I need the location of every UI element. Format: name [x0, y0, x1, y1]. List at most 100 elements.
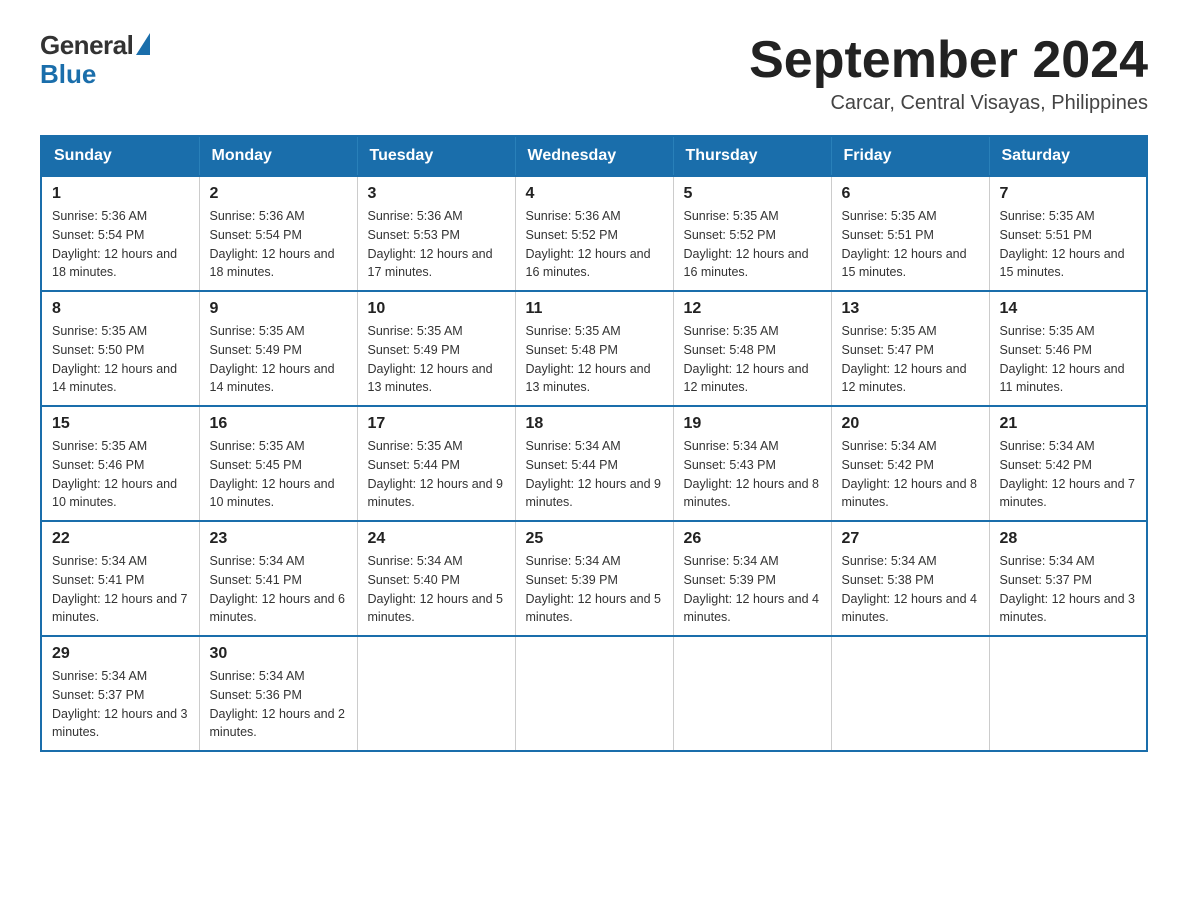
day-number: 30	[210, 645, 347, 663]
calendar-cell: 30 Sunrise: 5:34 AMSunset: 5:36 PMDayligh…	[199, 636, 357, 751]
header-day-sunday: Sunday	[41, 136, 199, 176]
calendar-cell: 8Sunrise: 5:35 AMSunset: 5:50 PMDaylight…	[41, 291, 199, 406]
header-day-wednesday: Wednesday	[515, 136, 673, 176]
day-info: Sunrise: 5:36 AMSunset: 5:53 PMDaylight:…	[368, 207, 505, 282]
logo-triangle-icon	[136, 33, 150, 55]
day-info: Sunrise: 5:34 AMSunset: 5:41 PMDaylight:…	[52, 552, 189, 627]
day-number: 19	[684, 415, 821, 433]
day-number: 21	[1000, 415, 1137, 433]
day-info: Sunrise: 5:34 AMSunset: 5:43 PMDaylight:…	[684, 437, 821, 512]
day-number: 20	[842, 415, 979, 433]
day-info: Sunrise: 5:34 AMSunset: 5:37 PMDaylight:…	[52, 667, 189, 742]
week-row-4: 22Sunrise: 5:34 AMSunset: 5:41 PMDayligh…	[41, 521, 1147, 636]
day-number: 5	[684, 185, 821, 203]
calendar-table: SundayMondayTuesdayWednesdayThursdayFrid…	[40, 135, 1148, 752]
day-info: Sunrise: 5:34 AMSunset: 5:42 PMDaylight:…	[1000, 437, 1137, 512]
day-number: 17	[368, 415, 505, 433]
calendar-cell: 22Sunrise: 5:34 AMSunset: 5:41 PMDayligh…	[41, 521, 199, 636]
day-number: 13	[842, 300, 979, 318]
day-number: 3	[368, 185, 505, 203]
day-info: Sunrise: 5:36 AMSunset: 5:54 PMDaylight:…	[210, 207, 347, 282]
calendar-cell: 7 Sunrise: 5:35 AMSunset: 5:51 PMDaylight…	[989, 176, 1147, 291]
day-number: 10	[368, 300, 505, 318]
day-number: 25	[526, 530, 663, 548]
day-info: Sunrise: 5:34 AMSunset: 5:38 PMDaylight:…	[842, 552, 979, 627]
day-info: Sunrise: 5:34 AMSunset: 5:44 PMDaylight:…	[526, 437, 663, 512]
header-day-tuesday: Tuesday	[357, 136, 515, 176]
day-number: 24	[368, 530, 505, 548]
calendar-cell: 13 Sunrise: 5:35 AMSunset: 5:47 PMDayligh…	[831, 291, 989, 406]
calendar-cell: 11 Sunrise: 5:35 AMSunset: 5:48 PMDayligh…	[515, 291, 673, 406]
calendar-cell: 27 Sunrise: 5:34 AMSunset: 5:38 PMDayligh…	[831, 521, 989, 636]
day-number: 6	[842, 185, 979, 203]
page-header: General Blue September 2024 Carcar, Cent…	[40, 30, 1148, 115]
calendar-cell: 17 Sunrise: 5:35 AMSunset: 5:44 PMDayligh…	[357, 406, 515, 521]
calendar-cell: 16 Sunrise: 5:35 AMSunset: 5:45 PMDayligh…	[199, 406, 357, 521]
calendar-cell: 12 Sunrise: 5:35 AMSunset: 5:48 PMDayligh…	[673, 291, 831, 406]
day-number: 12	[684, 300, 821, 318]
day-number: 23	[210, 530, 347, 548]
calendar-cell: 26Sunrise: 5:34 AMSunset: 5:39 PMDayligh…	[673, 521, 831, 636]
day-info: Sunrise: 5:35 AMSunset: 5:47 PMDaylight:…	[842, 322, 979, 397]
calendar-location: Carcar, Central Visayas, Philippines	[749, 92, 1148, 115]
calendar-cell: 15 Sunrise: 5:35 AMSunset: 5:46 PMDayligh…	[41, 406, 199, 521]
calendar-cell: 2 Sunrise: 5:36 AMSunset: 5:54 PMDaylight…	[199, 176, 357, 291]
day-number: 1	[52, 185, 189, 203]
calendar-cell: 1 Sunrise: 5:36 AMSunset: 5:54 PMDaylight…	[41, 176, 199, 291]
day-number: 29	[52, 645, 189, 663]
day-info: Sunrise: 5:34 AMSunset: 5:39 PMDaylight:…	[526, 552, 663, 627]
calendar-cell: 24 Sunrise: 5:34 AMSunset: 5:40 PMDayligh…	[357, 521, 515, 636]
day-number: 4	[526, 185, 663, 203]
day-info: Sunrise: 5:36 AMSunset: 5:52 PMDaylight:…	[526, 207, 663, 282]
day-info: Sunrise: 5:35 AMSunset: 5:49 PMDaylight:…	[368, 322, 505, 397]
day-number: 9	[210, 300, 347, 318]
day-info: Sunrise: 5:34 AMSunset: 5:36 PMDaylight:…	[210, 667, 347, 742]
logo: General Blue	[40, 30, 150, 90]
week-row-1: 1 Sunrise: 5:36 AMSunset: 5:54 PMDaylight…	[41, 176, 1147, 291]
day-info: Sunrise: 5:35 AMSunset: 5:45 PMDaylight:…	[210, 437, 347, 512]
day-info: Sunrise: 5:35 AMSunset: 5:49 PMDaylight:…	[210, 322, 347, 397]
day-number: 16	[210, 415, 347, 433]
calendar-cell	[673, 636, 831, 751]
calendar-cell: 4 Sunrise: 5:36 AMSunset: 5:52 PMDaylight…	[515, 176, 673, 291]
calendar-cell: 29 Sunrise: 5:34 AMSunset: 5:37 PMDayligh…	[41, 636, 199, 751]
day-info: Sunrise: 5:35 AMSunset: 5:46 PMDaylight:…	[52, 437, 189, 512]
calendar-cell: 28Sunrise: 5:34 AMSunset: 5:37 PMDayligh…	[989, 521, 1147, 636]
day-number: 2	[210, 185, 347, 203]
day-info: Sunrise: 5:35 AMSunset: 5:51 PMDaylight:…	[1000, 207, 1137, 282]
day-number: 7	[1000, 185, 1137, 203]
calendar-cell: 6Sunrise: 5:35 AMSunset: 5:51 PMDaylight…	[831, 176, 989, 291]
calendar-cell: 9 Sunrise: 5:35 AMSunset: 5:49 PMDaylight…	[199, 291, 357, 406]
week-row-2: 8Sunrise: 5:35 AMSunset: 5:50 PMDaylight…	[41, 291, 1147, 406]
day-info: Sunrise: 5:35 AMSunset: 5:50 PMDaylight:…	[52, 322, 189, 397]
calendar-cell: 19 Sunrise: 5:34 AMSunset: 5:43 PMDayligh…	[673, 406, 831, 521]
day-info: Sunrise: 5:34 AMSunset: 5:40 PMDaylight:…	[368, 552, 505, 627]
calendar-header-row: SundayMondayTuesdayWednesdayThursdayFrid…	[41, 136, 1147, 176]
calendar-cell: 25 Sunrise: 5:34 AMSunset: 5:39 PMDayligh…	[515, 521, 673, 636]
day-info: Sunrise: 5:36 AMSunset: 5:54 PMDaylight:…	[52, 207, 189, 282]
calendar-cell: 23 Sunrise: 5:34 AMSunset: 5:41 PMDayligh…	[199, 521, 357, 636]
day-number: 27	[842, 530, 979, 548]
calendar-title: September 2024	[749, 30, 1148, 90]
calendar-cell: 21 Sunrise: 5:34 AMSunset: 5:42 PMDayligh…	[989, 406, 1147, 521]
logo-blue-text: Blue	[40, 59, 96, 90]
day-number: 11	[526, 300, 663, 318]
calendar-cell: 5 Sunrise: 5:35 AMSunset: 5:52 PMDaylight…	[673, 176, 831, 291]
day-info: Sunrise: 5:35 AMSunset: 5:44 PMDaylight:…	[368, 437, 505, 512]
day-info: Sunrise: 5:34 AMSunset: 5:41 PMDaylight:…	[210, 552, 347, 627]
day-number: 15	[52, 415, 189, 433]
day-info: Sunrise: 5:35 AMSunset: 5:48 PMDaylight:…	[526, 322, 663, 397]
week-row-5: 29 Sunrise: 5:34 AMSunset: 5:37 PMDayligh…	[41, 636, 1147, 751]
calendar-cell	[357, 636, 515, 751]
calendar-cell: 10 Sunrise: 5:35 AMSunset: 5:49 PMDayligh…	[357, 291, 515, 406]
calendar-cell	[989, 636, 1147, 751]
header-day-saturday: Saturday	[989, 136, 1147, 176]
calendar-cell	[831, 636, 989, 751]
header-day-monday: Monday	[199, 136, 357, 176]
calendar-cell	[515, 636, 673, 751]
calendar-cell: 18Sunrise: 5:34 AMSunset: 5:44 PMDayligh…	[515, 406, 673, 521]
logo-general-text: General	[40, 30, 133, 61]
calendar-cell: 3 Sunrise: 5:36 AMSunset: 5:53 PMDaylight…	[357, 176, 515, 291]
day-info: Sunrise: 5:35 AMSunset: 5:52 PMDaylight:…	[684, 207, 821, 282]
day-info: Sunrise: 5:35 AMSunset: 5:48 PMDaylight:…	[684, 322, 821, 397]
